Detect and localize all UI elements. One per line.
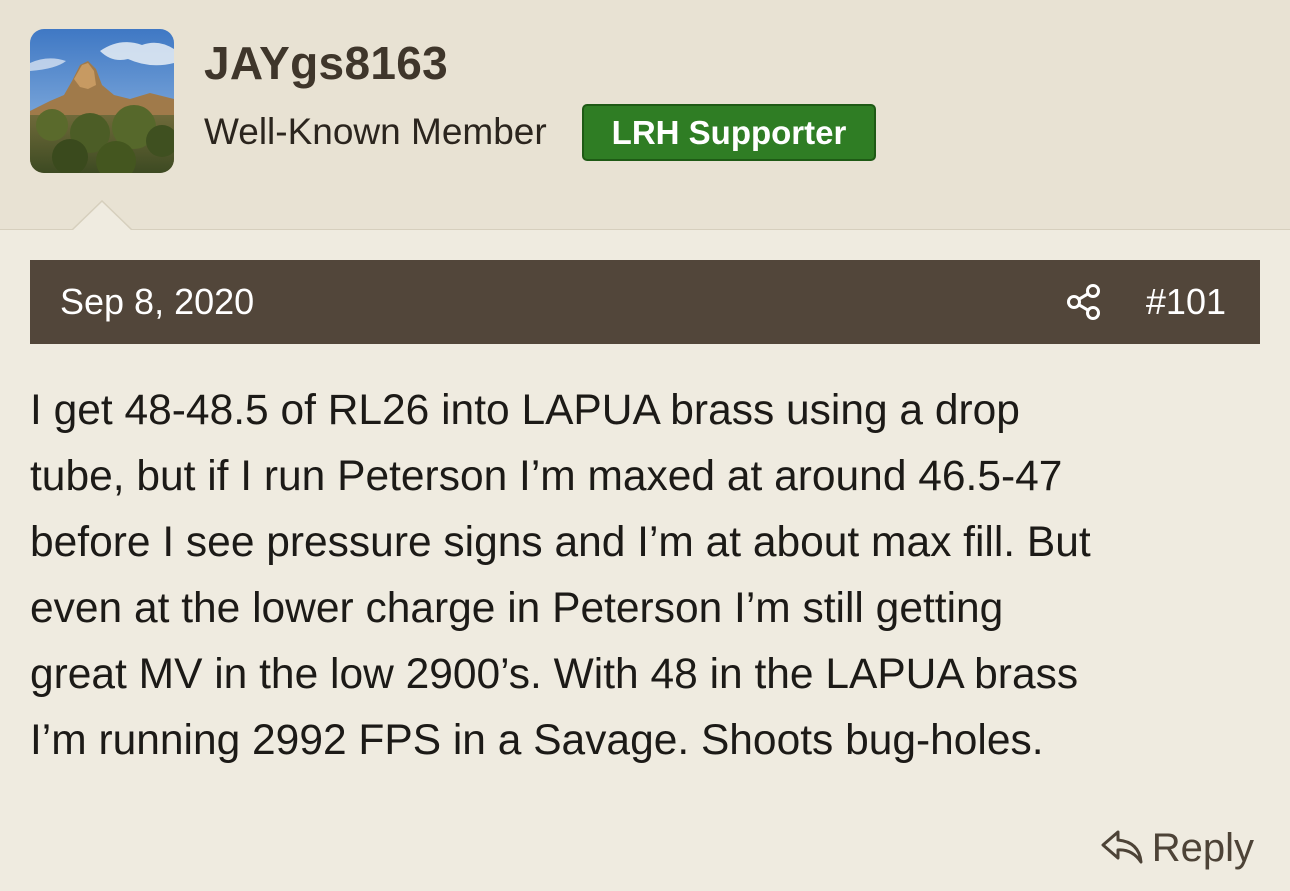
username[interactable]: JAYgs8163 [204, 36, 448, 90]
user-pointer-arrow [72, 200, 132, 230]
avatar[interactable] [30, 29, 174, 173]
post-body-line: I get 48-48.5 of RL26 into LAPUA brass u… [30, 387, 1020, 434]
reply-button[interactable]: Reply [1100, 820, 1254, 876]
post-date[interactable]: Sep 8, 2020 [60, 260, 254, 344]
post-body-line: great MV in the low 2900’s. With 48 in t… [30, 651, 1079, 698]
post-body-line: tube, but if I run Peterson I’m maxed at… [30, 453, 1063, 500]
user-header: JAYgs8163 Well-Known Member LRH Supporte… [0, 0, 1290, 230]
avatar-image [30, 29, 174, 173]
post-body-line: before I see pressure signs and I’m at a… [30, 519, 1091, 566]
post-body-line: I’m running 2992 FPS in a Savage. Shoots… [30, 717, 1044, 764]
post-number[interactable]: #101 [1146, 260, 1226, 344]
post-body: I get 48-48.5 of RL26 into LAPUA brass u… [30, 378, 1262, 774]
post-meta-bar: Sep 8, 2020 #101 [30, 260, 1260, 344]
share-icon[interactable] [1064, 282, 1104, 322]
reply-label: Reply [1151, 825, 1254, 870]
supporter-badge: LRH Supporter [582, 104, 876, 161]
user-title: Well-Known Member [204, 111, 547, 152]
reply-icon [1101, 830, 1143, 864]
post-body-line: even at the lower charge in Peterson I’m… [30, 585, 1004, 632]
